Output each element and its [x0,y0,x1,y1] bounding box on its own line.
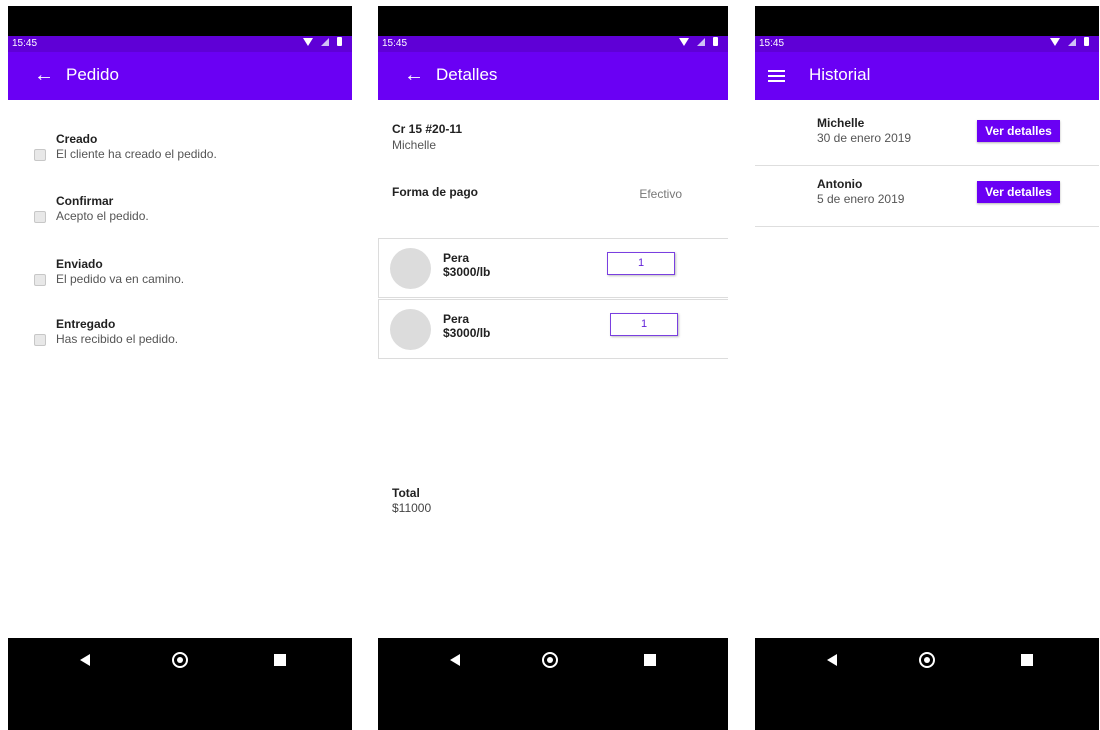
system-nav-bar [8,638,352,730]
arrow-back-icon[interactable]: ← [34,63,54,87]
product-name: Pera [443,251,470,265]
product-image [390,248,431,289]
home-icon[interactable] [172,652,188,668]
quantity-field[interactable]: 1 [610,313,678,336]
page-title: Pedido [66,65,119,84]
product-name: Pera [443,312,470,326]
recent-apps-icon[interactable] [274,654,286,666]
status-time: 15:45 [12,38,38,49]
system-nav-bar [755,638,1099,730]
product-row: Pera $3000/lb 1 [378,299,728,359]
status-bar: 15:45 [755,36,1099,52]
product-image [390,309,431,350]
top-black-bar [8,6,352,36]
app-bar: ← Pedido [8,52,352,100]
product-price: $3000/lb [443,265,491,279]
order-date: 5 de enero 2019 [817,192,905,206]
top-black-bar [378,6,728,36]
historial-screen: 15:45 Historial Michelle 30 de enero 201… [755,6,1099,730]
step-description: El cliente ha creado el pedido. [56,147,217,161]
status-bar: 15:45 [378,36,728,52]
order-history-row: Antonio 5 de enero 2019 Ver detalles [755,166,1099,227]
page-title: Detalles [436,65,498,84]
wifi-icon [303,37,313,46]
total-label: Total [392,486,420,500]
total-value: $11000 [392,501,432,515]
detalles-screen: 15:45 ← Detalles Cr 15 #20-11 Michelle F… [378,6,728,730]
payment-label: Forma de pago [392,185,479,199]
recent-apps-icon[interactable] [1021,654,1033,666]
step-description: Acepto el pedido. [56,209,149,223]
quantity-field[interactable]: 1 [607,252,675,275]
order-history-row: Michelle 30 de enero 2019 Ver detalles [755,105,1099,166]
menu-icon[interactable] [768,70,785,82]
home-icon[interactable] [542,652,558,668]
payment-value: Efectivo [639,187,682,201]
status-bar: 15:45 [8,36,352,52]
step-checkbox[interactable] [34,274,46,286]
battery-icon [1084,37,1089,46]
back-icon[interactable] [450,654,460,666]
customer-name: Michelle [392,138,437,152]
signal-icon [1068,37,1076,46]
step-label: Creado [56,132,98,146]
top-black-bar [755,6,1099,36]
arrow-back-icon[interactable]: ← [404,63,424,87]
pedido-screen: 15:45 ← Pedido Creado El cliente ha crea… [8,6,352,730]
step-checkbox[interactable] [34,334,46,346]
step-description: Has recibido el pedido. [56,332,179,346]
back-icon[interactable] [80,654,90,666]
wifi-icon [679,37,689,46]
step-checkbox[interactable] [34,211,46,223]
product-price: $3000/lb [443,326,491,340]
page-title: Historial [809,65,871,84]
order-customer-name: Antonio [817,177,863,191]
status-time: 15:45 [759,38,785,49]
step-description: El pedido va en camino. [56,272,185,286]
delivery-address: Cr 15 #20-11 [392,122,463,136]
app-bar: ← Detalles [378,52,728,100]
back-icon[interactable] [827,654,837,666]
step-label: Enviado [56,257,103,271]
signal-icon [697,37,705,46]
step-label: Confirmar [56,194,114,208]
battery-icon [713,37,718,46]
recent-apps-icon[interactable] [644,654,656,666]
view-details-button[interactable]: Ver detalles [977,120,1060,142]
order-customer-name: Michelle [817,116,865,130]
step-label: Entregado [56,317,116,331]
view-details-button[interactable]: Ver detalles [977,181,1060,203]
order-date: 30 de enero 2019 [817,131,912,145]
system-nav-bar [378,638,728,730]
step-checkbox[interactable] [34,149,46,161]
product-row: Pera $3000/lb 1 [378,238,728,298]
app-bar: Historial [755,52,1099,100]
signal-icon [321,37,329,46]
battery-icon [337,37,342,46]
status-time: 15:45 [382,38,408,49]
wifi-icon [1050,37,1060,46]
home-icon[interactable] [919,652,935,668]
